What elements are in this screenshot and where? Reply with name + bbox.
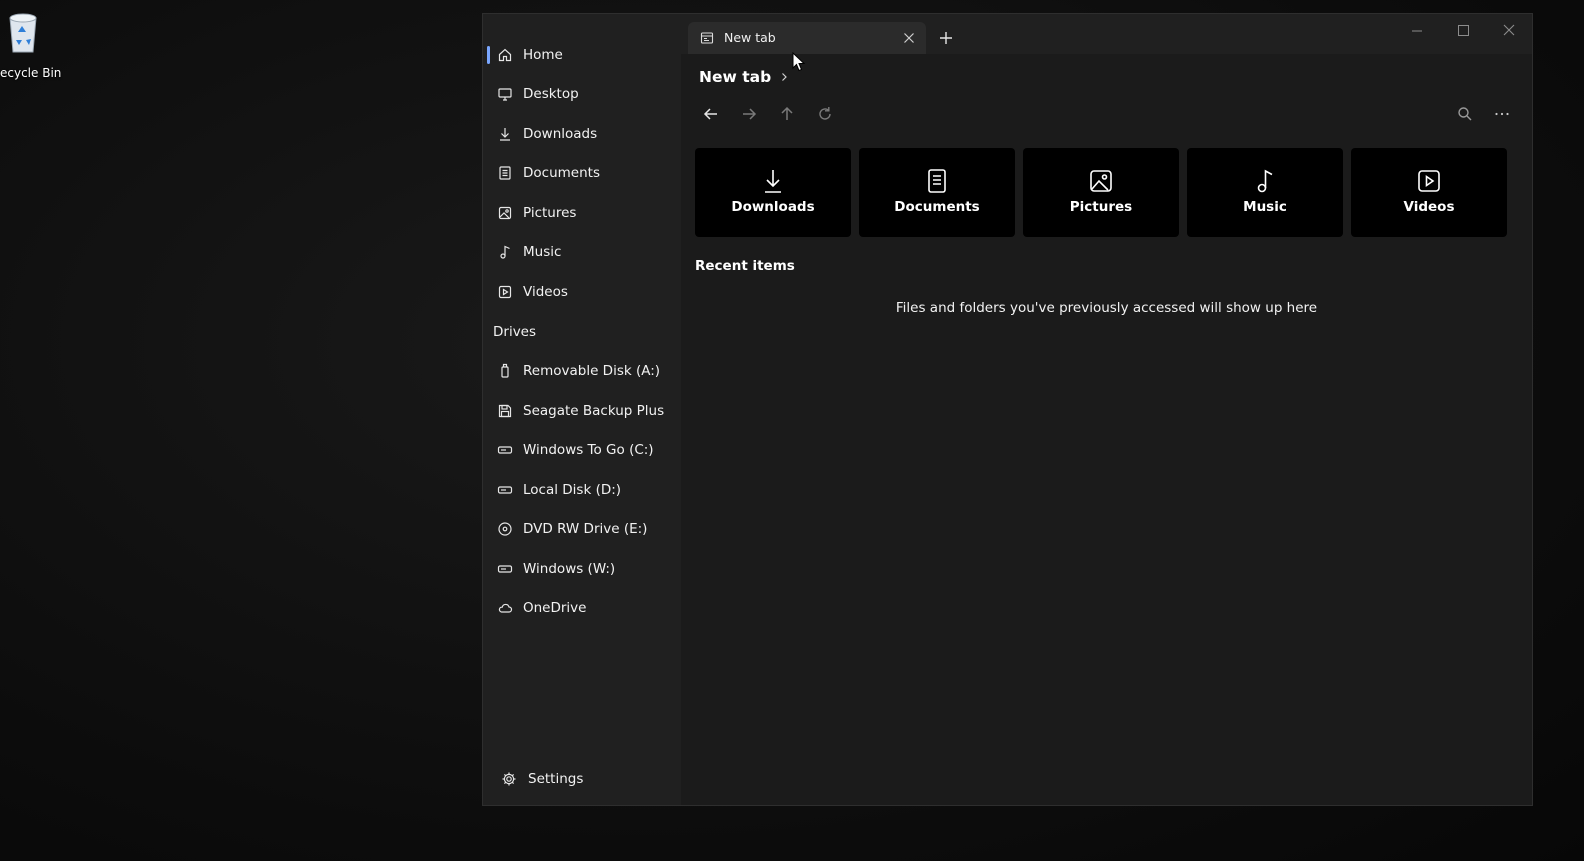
up-button[interactable] xyxy=(777,104,797,124)
sidebar: Home Desktop Downloads Documents Picture… xyxy=(483,14,681,805)
refresh-icon xyxy=(819,107,831,120)
close-icon xyxy=(1503,24,1515,36)
quick-access-downloads[interactable]: Downloads xyxy=(695,148,851,237)
hard-drive-icon xyxy=(497,482,513,498)
sidebar-item-local-disk[interactable]: Local Disk (D:) xyxy=(487,472,675,508)
gear-icon xyxy=(501,771,517,787)
minimize-icon xyxy=(1412,30,1422,32)
tab-new-tab[interactable]: New tab xyxy=(688,22,926,54)
sidebar-item-home[interactable]: Home xyxy=(487,37,675,73)
quick-access-label: Documents xyxy=(894,199,980,215)
disc-icon xyxy=(497,521,513,537)
document-icon xyxy=(497,165,513,181)
close-window-button[interactable] xyxy=(1497,22,1521,40)
more-options-button[interactable] xyxy=(1492,104,1512,124)
search-icon xyxy=(1458,107,1472,121)
music-note-icon xyxy=(1253,168,1277,194)
recent-items-empty-message: Files and folders you've previously acce… xyxy=(895,300,1318,316)
tab-strip: New tab xyxy=(681,14,1532,54)
sidebar-item-pictures[interactable]: Pictures xyxy=(487,195,675,231)
document-icon xyxy=(925,168,949,194)
settings-label: Settings xyxy=(528,771,584,787)
download-icon xyxy=(761,168,785,194)
sidebar-item-downloads[interactable]: Downloads xyxy=(487,116,675,152)
more-dots-icon xyxy=(1495,112,1509,116)
maximize-button[interactable] xyxy=(1451,22,1475,40)
chevron-right-icon[interactable] xyxy=(779,72,789,82)
quick-access-label: Videos xyxy=(1403,199,1455,215)
quick-access-music[interactable]: Music xyxy=(1187,148,1343,237)
maximize-icon xyxy=(1458,25,1469,36)
sidebar-item-onedrive[interactable]: OneDrive xyxy=(487,590,675,626)
sidebar-item-label: Home xyxy=(523,47,563,63)
picture-icon xyxy=(1089,168,1113,194)
sidebar-item-label: Downloads xyxy=(523,126,598,142)
sidebar-item-windows-to-go[interactable]: Windows To Go (C:) xyxy=(487,432,675,468)
picture-icon xyxy=(497,205,513,221)
sidebar-item-videos[interactable]: Videos xyxy=(487,274,675,310)
music-note-icon xyxy=(497,244,513,260)
content-area: New tab Downloads Documents Pictures Mus… xyxy=(681,54,1532,805)
sidebar-item-music[interactable]: Music xyxy=(487,234,675,270)
breadcrumb: New tab xyxy=(699,68,789,86)
hard-drive-icon xyxy=(497,442,513,458)
monitor-icon xyxy=(497,86,513,102)
sidebar-item-dvd-drive[interactable]: DVD RW Drive (E:) xyxy=(487,511,675,547)
search-button[interactable] xyxy=(1455,104,1475,124)
quick-access-pictures[interactable]: Pictures xyxy=(1023,148,1179,237)
sidebar-item-label: OneDrive xyxy=(523,600,587,616)
quick-access-label: Downloads xyxy=(731,199,815,215)
tab-page-icon xyxy=(700,31,714,45)
sidebar-item-windows-w[interactable]: Windows (W:) xyxy=(487,551,675,587)
sidebar-item-label: Videos xyxy=(523,284,568,300)
sidebar-item-seagate-backup[interactable]: Seagate Backup Plus (B: xyxy=(487,393,675,429)
sidebar-item-label: Local Disk (D:) xyxy=(523,482,622,498)
video-icon xyxy=(1417,168,1441,194)
sidebar-item-label: Windows (W:) xyxy=(523,561,616,577)
breadcrumb-current[interactable]: New tab xyxy=(699,68,771,86)
recycle-bin-label: ecycle Bin xyxy=(0,66,62,80)
usb-drive-icon xyxy=(497,363,513,379)
arrow-up-icon xyxy=(781,106,793,120)
sidebar-item-label: DVD RW Drive (E:) xyxy=(523,521,648,537)
sidebar-item-label: Pictures xyxy=(523,205,577,221)
close-tab-icon[interactable] xyxy=(902,31,916,45)
recycle-bin-desktop-icon[interactable]: ecycle Bin xyxy=(0,8,62,80)
file-explorer-window: Home Desktop Downloads Documents Picture… xyxy=(482,13,1533,806)
sidebar-item-label: Removable Disk (A:) xyxy=(523,363,661,379)
forward-button[interactable] xyxy=(739,104,759,124)
sidebar-item-label: Windows To Go (C:) xyxy=(523,442,654,458)
download-icon xyxy=(497,126,513,142)
floppy-icon xyxy=(497,403,513,419)
main-pane: New tab New tab Downloads Documents Pict… xyxy=(681,14,1532,805)
sidebar-item-label: Documents xyxy=(523,165,600,181)
tab-label: New tab xyxy=(724,30,776,45)
settings-button[interactable]: Settings xyxy=(491,762,671,796)
plus-icon xyxy=(940,32,952,44)
quick-access-documents[interactable]: Documents xyxy=(859,148,1015,237)
sidebar-item-label: Desktop xyxy=(523,86,579,102)
hard-drive-icon xyxy=(497,561,513,577)
sidebar-item-label: Seagate Backup Plus (B: xyxy=(523,403,667,419)
arrow-right-icon xyxy=(743,108,757,120)
back-button[interactable] xyxy=(701,104,721,124)
cloud-icon xyxy=(497,600,513,616)
quick-access-videos[interactable]: Videos xyxy=(1351,148,1507,237)
recent-items-title: Recent items xyxy=(695,258,795,274)
recycle-bin-icon xyxy=(4,10,42,54)
sidebar-item-desktop[interactable]: Desktop xyxy=(487,76,675,112)
refresh-button[interactable] xyxy=(815,104,835,124)
active-indicator xyxy=(487,46,490,64)
quick-access-label: Pictures xyxy=(1069,199,1133,215)
video-icon xyxy=(497,284,513,300)
home-icon xyxy=(497,47,513,63)
new-tab-button[interactable] xyxy=(936,28,956,48)
drives-section-header: Drives xyxy=(493,324,537,340)
minimize-button[interactable] xyxy=(1405,22,1429,40)
arrow-left-icon xyxy=(703,108,717,120)
sidebar-item-label: Music xyxy=(523,244,562,260)
sidebar-item-removable-disk[interactable]: Removable Disk (A:) xyxy=(487,353,675,389)
sidebar-item-documents[interactable]: Documents xyxy=(487,155,675,191)
quick-access-label: Music xyxy=(1243,199,1287,215)
